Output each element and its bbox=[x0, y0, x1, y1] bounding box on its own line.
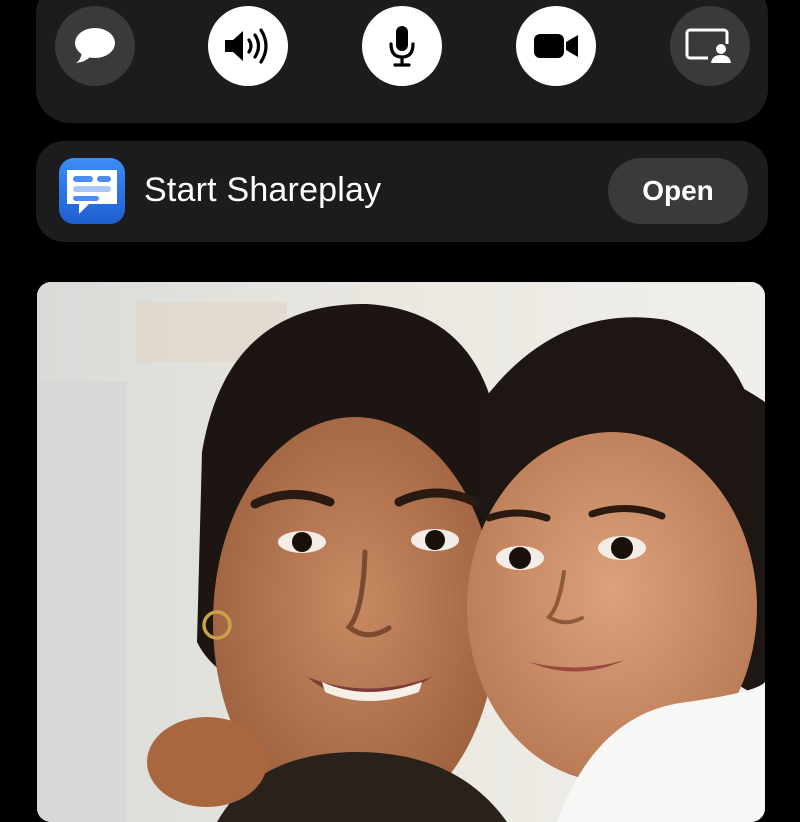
share-screen-button[interactable] bbox=[670, 6, 750, 86]
speaker-icon bbox=[225, 28, 268, 64]
shareplay-banner: Start Shareplay Open bbox=[36, 141, 768, 242]
audio-button[interactable] bbox=[208, 6, 288, 86]
microphone-icon bbox=[389, 26, 415, 67]
call-controls-bar bbox=[36, 0, 768, 123]
shareplay-app-icon bbox=[59, 158, 125, 224]
share-screen-icon bbox=[685, 28, 734, 64]
camera-button[interactable] bbox=[516, 6, 596, 86]
speech-bubble-icon bbox=[75, 28, 115, 63]
shareplay-label: Start Shareplay bbox=[144, 171, 382, 209]
mute-button[interactable] bbox=[362, 6, 442, 86]
messages-button[interactable] bbox=[55, 6, 135, 86]
video-feed-photo bbox=[37, 282, 765, 822]
open-button[interactable]: Open bbox=[608, 158, 748, 224]
video-camera-icon bbox=[534, 34, 578, 58]
